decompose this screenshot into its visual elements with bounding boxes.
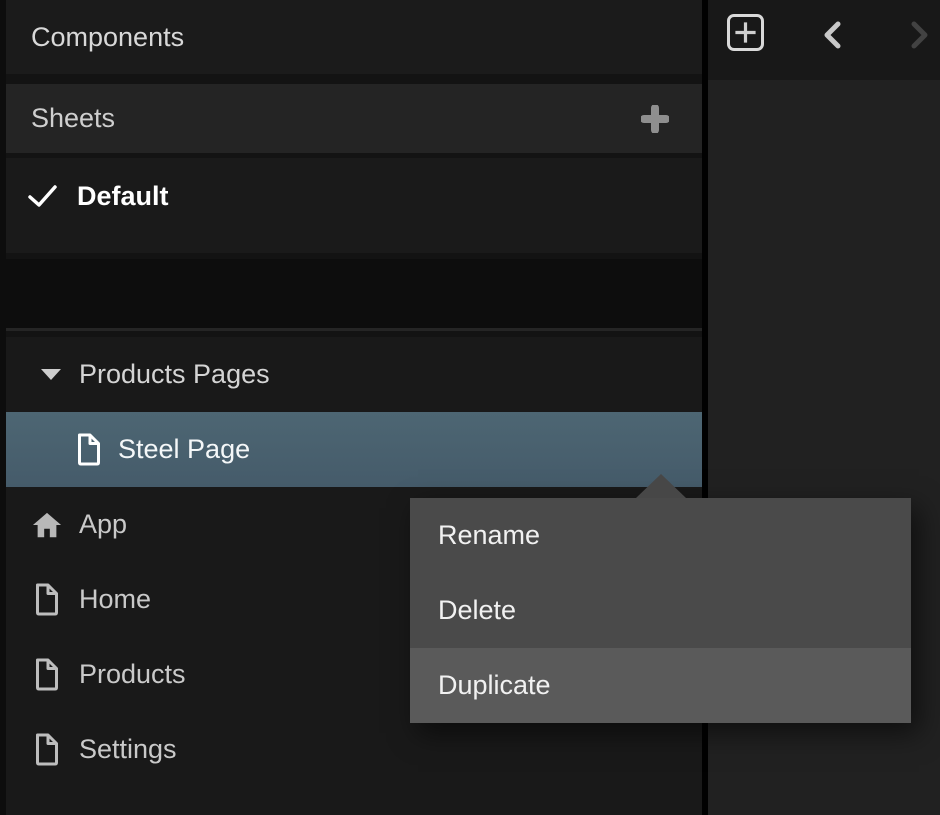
tree-item-label: Products Pages: [79, 359, 270, 390]
plus-icon: [735, 22, 756, 43]
context-menu-arrow: [636, 474, 686, 498]
sheet-row-default[interactable]: Default: [6, 158, 702, 234]
chevron-left-icon: [823, 21, 841, 49]
menu-item-label: Delete: [438, 595, 516, 626]
tree-item-label: Products: [79, 659, 186, 690]
tree-item-label: App: [79, 509, 127, 540]
tree-item-steel-page[interactable]: Steel Page: [6, 412, 702, 487]
checkmark-icon: [28, 184, 58, 208]
sheet-label: Default: [77, 181, 169, 212]
menu-item-label: Duplicate: [438, 670, 551, 701]
tree-item-label: Home: [79, 584, 151, 615]
home-icon: [32, 510, 62, 540]
section-divider: [6, 74, 702, 84]
plus-icon: [641, 105, 669, 133]
sheets-section-label: Sheets: [6, 103, 115, 134]
add-sheet-button[interactable]: [641, 105, 669, 133]
back-button[interactable]: [813, 16, 851, 54]
menu-item-duplicate[interactable]: Duplicate: [410, 648, 911, 723]
sidebar-panel-title: Components: [6, 0, 702, 74]
menu-item-delete[interactable]: Delete: [410, 573, 911, 648]
page-icon: [76, 433, 102, 466]
page-icon: [32, 735, 62, 765]
section-divider: [6, 253, 702, 259]
page-icon: [32, 585, 62, 615]
sheets-section-header[interactable]: Sheets: [6, 84, 702, 153]
chevron-right-icon: [911, 21, 929, 49]
context-menu: Rename Delete Duplicate: [410, 498, 911, 723]
sheets-list: Default: [6, 158, 702, 253]
panel-title-label: Components: [6, 22, 184, 53]
canvas-toolbar: [708, 0, 940, 80]
add-frame-button[interactable]: [727, 14, 764, 51]
forward-button[interactable]: [901, 16, 939, 54]
tree-item-label: Settings: [79, 734, 177, 765]
tree-item-settings[interactable]: Settings: [6, 712, 702, 787]
tree-item-products-pages[interactable]: Products Pages: [6, 337, 702, 412]
caret-down-icon: [40, 368, 62, 381]
menu-item-label: Rename: [438, 520, 540, 551]
tree-item-label: Steel Page: [118, 434, 250, 465]
page-icon: [32, 660, 62, 690]
menu-item-rename[interactable]: Rename: [410, 498, 911, 573]
